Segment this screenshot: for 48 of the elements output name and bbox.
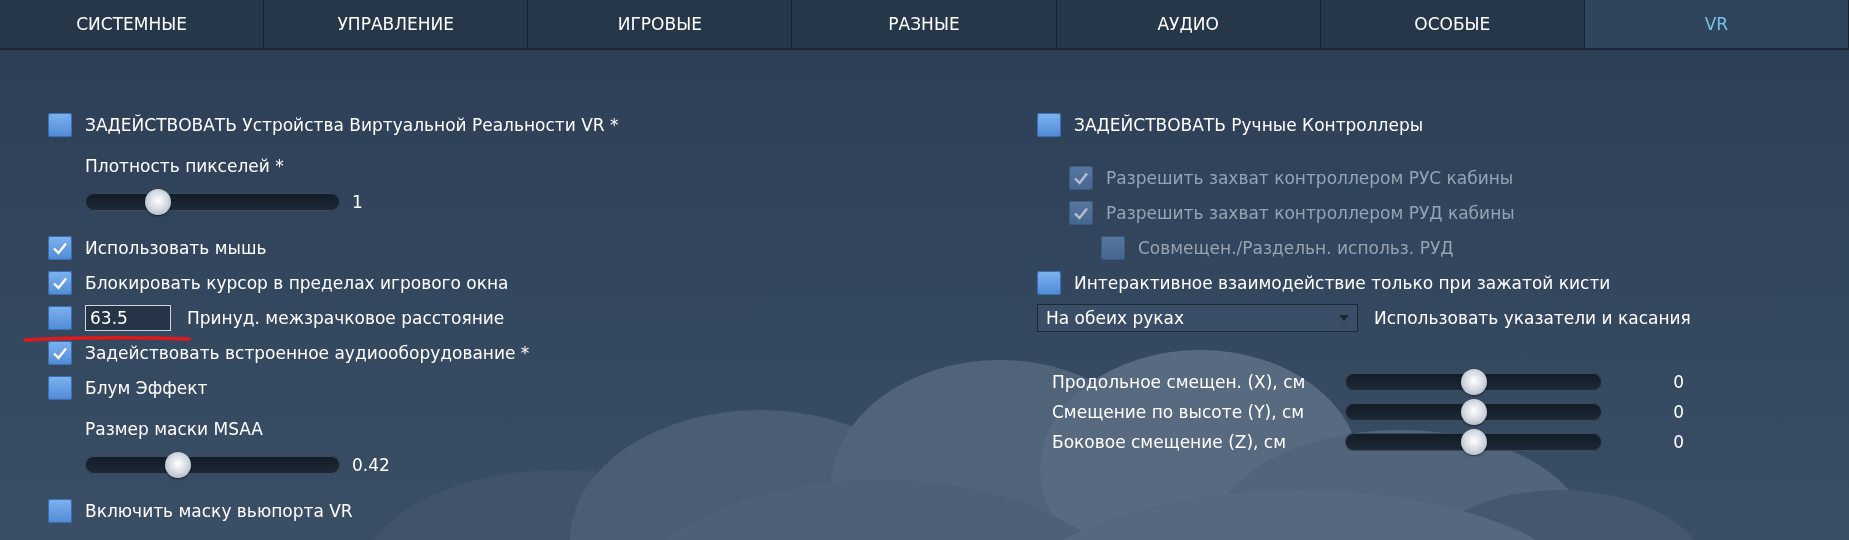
checkbox[interactable] [1037,112,1061,137]
tab[interactable]: СИСТЕМНЫЕ [0,0,265,48]
slider-value: 0 [1672,372,1684,392]
tab[interactable]: ИГРОВЫЕ [528,0,793,48]
checkbox[interactable] [48,305,72,330]
checkbox[interactable] [48,112,72,137]
slider-value: 0 [1672,432,1684,452]
checkbox[interactable] [48,270,72,295]
slider-thumb[interactable] [144,189,171,215]
input-field[interactable]: 63.5 [85,304,171,331]
tab[interactable]: VR [1584,0,1849,48]
checkbox-label: ЗАДЕЙСТВОВАТЬ Устройства Виртуальной Реальности VR * [85,114,619,135]
checkbox-label: Использовать мышь [85,237,267,258]
checkbox-label: Разрешить захват контроллером РУД кабины [1106,202,1515,223]
tab[interactable]: УПРАВЛЕНИЕ [264,0,529,48]
setting-label: Плотность пикселей * [84,155,285,178]
tab[interactable]: АУДИО [1056,0,1321,48]
checkbox[interactable] [48,498,72,523]
caret-icon [1339,314,1349,321]
checkbox[interactable] [48,235,72,260]
checkbox-label: Интерактивное взаимодействие только при зажатой кисти [1074,272,1611,293]
slider-thumb[interactable] [1460,399,1487,425]
checkbox[interactable] [48,340,72,365]
offset-label: Смещение по высоте (Y), см [1051,402,1306,422]
checkbox-label: Принуд. межзрачковое расстояние [187,307,505,328]
slider-thumb[interactable] [1460,429,1487,455]
slider-value: 1 [352,192,364,212]
offset-label: Продольное смещен. (X), см [1051,372,1307,392]
checkbox-label: Разрешить захват контроллером РУС кабины [1106,167,1514,188]
slider-thumb[interactable] [1460,369,1487,395]
dropdown[interactable]: На обеих руках [1037,303,1358,332]
tab[interactable]: РАЗНЫЕ [792,0,1057,48]
slider-value: 0.42 [352,455,391,475]
dropdown-label: Использовать указатели и касания [1374,307,1691,328]
setting-label: Размер маски MSAA [84,418,264,441]
checkbox[interactable] [48,375,72,400]
slider-value: 0 [1672,402,1684,422]
checkbox[interactable] [1037,270,1061,295]
checkbox-label: Совмещен./Раздельн. использ. РУД [1138,237,1454,258]
checkbox-label: ЗАДЕЙСТВОВАТЬ Ручные Контроллеры [1074,114,1424,135]
slider-thumb[interactable] [165,452,192,478]
dropdown-value: На обеих руках [1046,307,1185,328]
checkbox-label: Задействовать встроенное аудиооборудование * [85,342,530,363]
tab[interactable]: ОСОБЫЕ [1320,0,1585,48]
checkbox-label: Включить маску вьюпорта VR [85,500,353,521]
checkbox-label: Блокировать курсор в пределах игрового окна [85,272,509,293]
checkbox-label: Блум Эффект [85,377,208,398]
offset-label: Боковое смещение (Z), см [1051,432,1288,452]
